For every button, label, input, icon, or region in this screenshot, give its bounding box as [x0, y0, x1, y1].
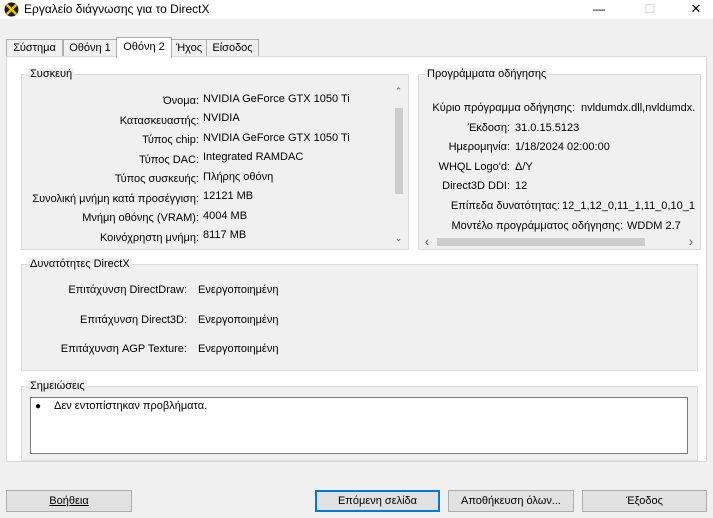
exit-button[interactable]: Έξοδος: [582, 490, 707, 512]
save-all-button[interactable]: Αποθήκευση όλων...: [448, 490, 574, 512]
scroll-left-arrow-icon[interactable]: ‹: [422, 234, 432, 248]
dac-type-value: Integrated RAMDAC: [203, 151, 304, 163]
directdraw-label: Επιτάχυνση DirectDraw:: [68, 284, 187, 296]
device-type-value: Πλήρης οθόνη: [203, 171, 274, 183]
vram-label: Μνήμη οθόνης (VRAM):: [82, 212, 199, 224]
direct3d-label: Επιτάχυνση Direct3D:: [79, 314, 187, 326]
agp-texture-label: Επιτάχυνση AGP Texture:: [60, 343, 187, 355]
scroll-down-arrow-icon[interactable]: ⌄: [391, 234, 406, 243]
tab-input[interactable]: Είσοδος: [206, 39, 259, 57]
direct3d-value: Ενεργοποιημένη: [198, 314, 279, 326]
total-memory-value: 12121 MB: [203, 190, 254, 202]
notes-item: Δεν εντοπίστηκαν προβλήματα.: [54, 400, 208, 412]
maximize-button[interactable]: ☐: [627, 0, 673, 19]
notes-title: Σημειώσεις: [28, 380, 87, 393]
drivers-scroll-thumb[interactable]: [437, 238, 645, 246]
next-page-button[interactable]: Επόμενη σελίδα: [315, 490, 440, 512]
drivers-group: Προγράμματα οδήγησης Κύριο πρόγραμμα οδή…: [418, 68, 701, 250]
minimize-button[interactable]: —: [576, 0, 622, 19]
tab-display-1[interactable]: Οθόνη 1: [63, 39, 117, 57]
version-label: Έκδοση:: [467, 122, 510, 134]
help-button[interactable]: Βοήθεια: [6, 490, 132, 512]
feature-levels-label: Επίπεδα δυνατότητας:: [450, 200, 560, 212]
directx-features-title: Δυνατότητες DirectX: [28, 258, 132, 271]
driver-model-label: Μοντέλο προγράμματος οδήγησης:: [451, 220, 623, 232]
agp-texture-value: Ενεργοποιημένη: [198, 343, 279, 355]
device-name-label: Όνομα:: [163, 95, 199, 107]
date-value: 1/18/2024 02:00:00: [515, 141, 610, 153]
drivers-horizontal-scrollbar[interactable]: ‹ ›: [420, 234, 700, 249]
device-vertical-scrollbar[interactable]: ⌃ ⌄: [391, 84, 406, 248]
bullet-icon: ●: [35, 401, 42, 412]
main-driver-value: nvldumdx.dll,nvldumdx.: [581, 102, 696, 114]
device-group: Συσκευή Όνομα: NVIDIA GeForce GTX 1050 T…: [21, 68, 409, 250]
directx-logo-icon: [4, 2, 19, 17]
shared-memory-label: Κοινόχρηστη μνήμη:: [99, 232, 199, 244]
feature-levels-value: 12_1,12_0,11_1,11_0,10_1: [562, 200, 695, 212]
scroll-right-arrow-icon[interactable]: ›: [686, 234, 696, 248]
version-value: 31.0.15.5123: [515, 122, 580, 134]
tab-system[interactable]: Σύστημα: [6, 39, 63, 57]
whql-value: Δ/Υ: [515, 161, 533, 173]
main-driver-label: Κύριο πρόγραμμα οδήγησης:: [432, 102, 575, 114]
notes-group: Σημειώσεις ● Δεν εντοπίστηκαν προβλήματα…: [21, 380, 698, 461]
close-button[interactable]: ✕: [673, 0, 713, 19]
tab-sound[interactable]: Ήχος: [171, 39, 207, 57]
title-bar: Εργαλείο διάγνωσης για το DirectX — ☐ ✕: [0, 0, 713, 19]
window-title: Εργαλείο διάγνωσης για το DirectX: [24, 2, 210, 16]
dac-type-label: Τύπος DAC:: [139, 154, 199, 166]
device-scroll-thumb[interactable]: [395, 108, 403, 194]
tab-panel: Συσκευή Όνομα: NVIDIA GeForce GTX 1050 T…: [6, 56, 707, 462]
device-group-title: Συσκευή: [28, 68, 75, 81]
drivers-group-title: Προγράμματα οδήγησης: [425, 68, 549, 81]
ddi-label: Direct3D DDI:: [442, 180, 510, 192]
ddi-value: 12: [515, 180, 528, 192]
help-button-label: Βοήθεια: [49, 495, 89, 507]
device-type-label: Τύπος συσκευής:: [114, 173, 199, 185]
tab-display-2[interactable]: Οθόνη 2: [116, 37, 172, 58]
device-name-value: NVIDIA GeForce GTX 1050 Ti: [203, 93, 350, 105]
shared-memory-value: 8117 MB: [203, 229, 247, 241]
notes-textbox[interactable]: ● Δεν εντοπίστηκαν προβλήματα.: [30, 397, 688, 454]
date-label: Ημερομηνία:: [448, 141, 510, 153]
manufacturer-label: Κατασκευαστής:: [119, 115, 199, 127]
total-memory-label: Συνολική μνήμη κατά προσέγγιση:: [32, 193, 199, 205]
chip-type-label: Τύπος chip:: [142, 134, 199, 146]
scroll-up-arrow-icon[interactable]: ⌃: [391, 87, 406, 96]
directx-features-group: Δυνατότητες DirectX Επιτάχυνση DirectDra…: [21, 258, 698, 371]
driver-model-value: WDDM 2.7: [627, 220, 681, 232]
chip-type-value: NVIDIA GeForce GTX 1050 Ti: [203, 132, 350, 144]
vram-value: 4004 MB: [203, 210, 248, 222]
whql-label: WHQL Logo'd:: [438, 161, 510, 173]
manufacturer-value: NVIDIA: [203, 112, 240, 124]
directdraw-value: Ενεργοποιημένη: [198, 284, 279, 296]
